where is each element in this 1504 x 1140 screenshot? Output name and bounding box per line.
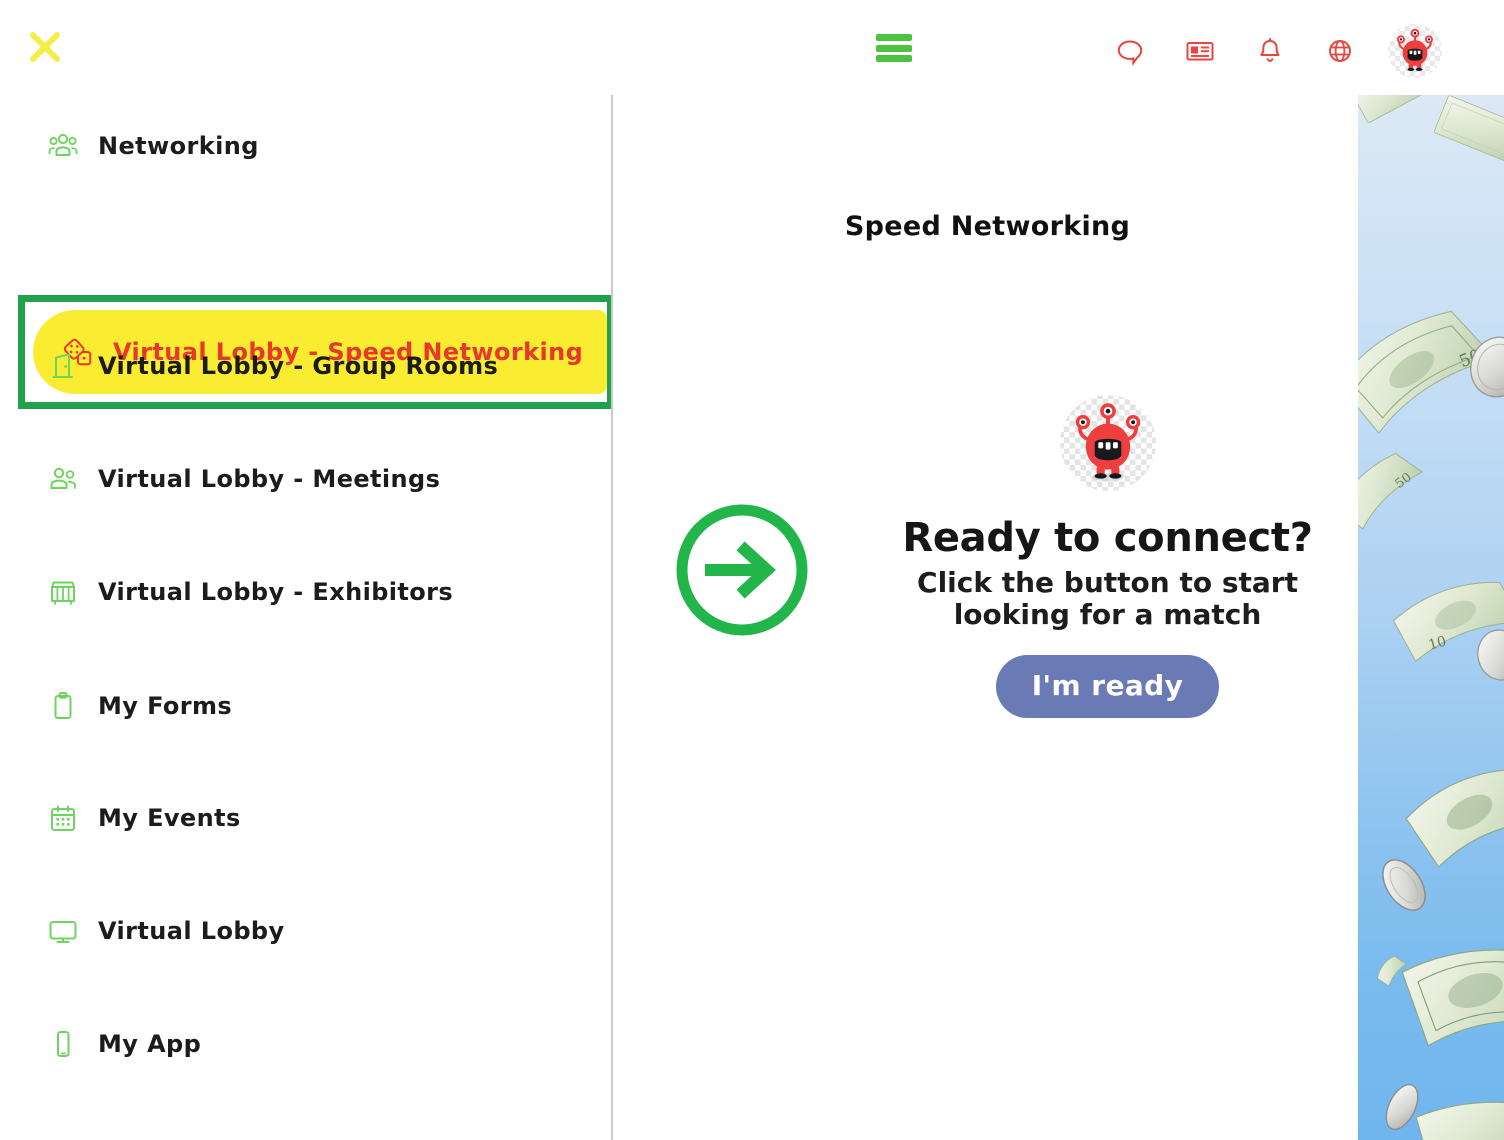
avatar: [1059, 395, 1156, 491]
clipboard-icon: [46, 689, 80, 723]
ready-heading: Ready to connect?: [902, 515, 1313, 561]
sidebar-item-virtual-lobby-group-rooms[interactable]: Virtual Lobby - Group Rooms: [0, 335, 611, 397]
notifications-bell-icon[interactable]: [1248, 29, 1292, 73]
sidebar-item-virtual-lobby-meetings[interactable]: Virtual Lobby - Meetings: [0, 448, 611, 510]
sidebar-item-label: My Events: [98, 804, 241, 832]
news-feed-icon[interactable]: [1178, 29, 1222, 73]
monitor-icon: [46, 914, 80, 948]
sidebar-item-label: Virtual Lobby - Exhibitors: [98, 578, 454, 606]
sidebar-item-label: My Forms: [98, 692, 233, 720]
app-root: Networking Virtual Lobby - Speed Network…: [0, 0, 1504, 1140]
sidebar-item-label: Virtual Lobby - Group Rooms: [98, 352, 499, 380]
sidebar-nav: Networking Virtual Lobby - Speed Network…: [0, 95, 613, 1140]
globe-language-icon[interactable]: [1318, 29, 1362, 73]
header-icon-group: [1108, 24, 1442, 78]
im-ready-button[interactable]: I'm ready: [995, 655, 1220, 719]
close-icon[interactable]: [25, 27, 65, 67]
sidebar-item-label: Virtual Lobby: [98, 917, 285, 945]
mobile-phone-icon: [46, 1027, 80, 1061]
falling-money-banner: 50 50 10: [1358, 95, 1504, 1140]
avatar[interactable]: [1388, 24, 1442, 78]
sidebar-item-virtual-lobby[interactable]: Virtual Lobby: [0, 900, 611, 962]
page-title: Speed Networking: [844, 211, 1131, 242]
top-header: [0, 0, 1504, 95]
hamburger-menu-icon[interactable]: [876, 34, 912, 62]
arrow-right-circle-icon[interactable]: [671, 499, 813, 641]
sidebar-item-my-app[interactable]: My App: [0, 1013, 611, 1075]
people-group-icon: [46, 129, 80, 163]
calendar-icon: [46, 801, 80, 835]
ready-to-connect-panel: Ready to connect? Click the button to st…: [855, 395, 1360, 719]
sidebar-item-my-events[interactable]: My Events: [0, 787, 611, 849]
sidebar-item-my-forms[interactable]: My Forms: [0, 675, 611, 737]
exhibitor-booth-icon: [46, 575, 80, 609]
sidebar-item-networking[interactable]: Networking: [0, 115, 611, 177]
sidebar-item-virtual-lobby-exhibitors[interactable]: Virtual Lobby - Exhibitors: [0, 561, 611, 623]
ready-subtext: Click the button to start looking for a …: [917, 566, 1298, 632]
door-icon: [46, 349, 80, 383]
two-people-icon: [46, 462, 80, 496]
sidebar-item-label: Virtual Lobby - Meetings: [98, 465, 441, 493]
sidebar-item-label: My App: [98, 1030, 202, 1058]
chat-icon[interactable]: [1108, 29, 1152, 73]
sidebar-item-label: Networking: [98, 132, 259, 160]
